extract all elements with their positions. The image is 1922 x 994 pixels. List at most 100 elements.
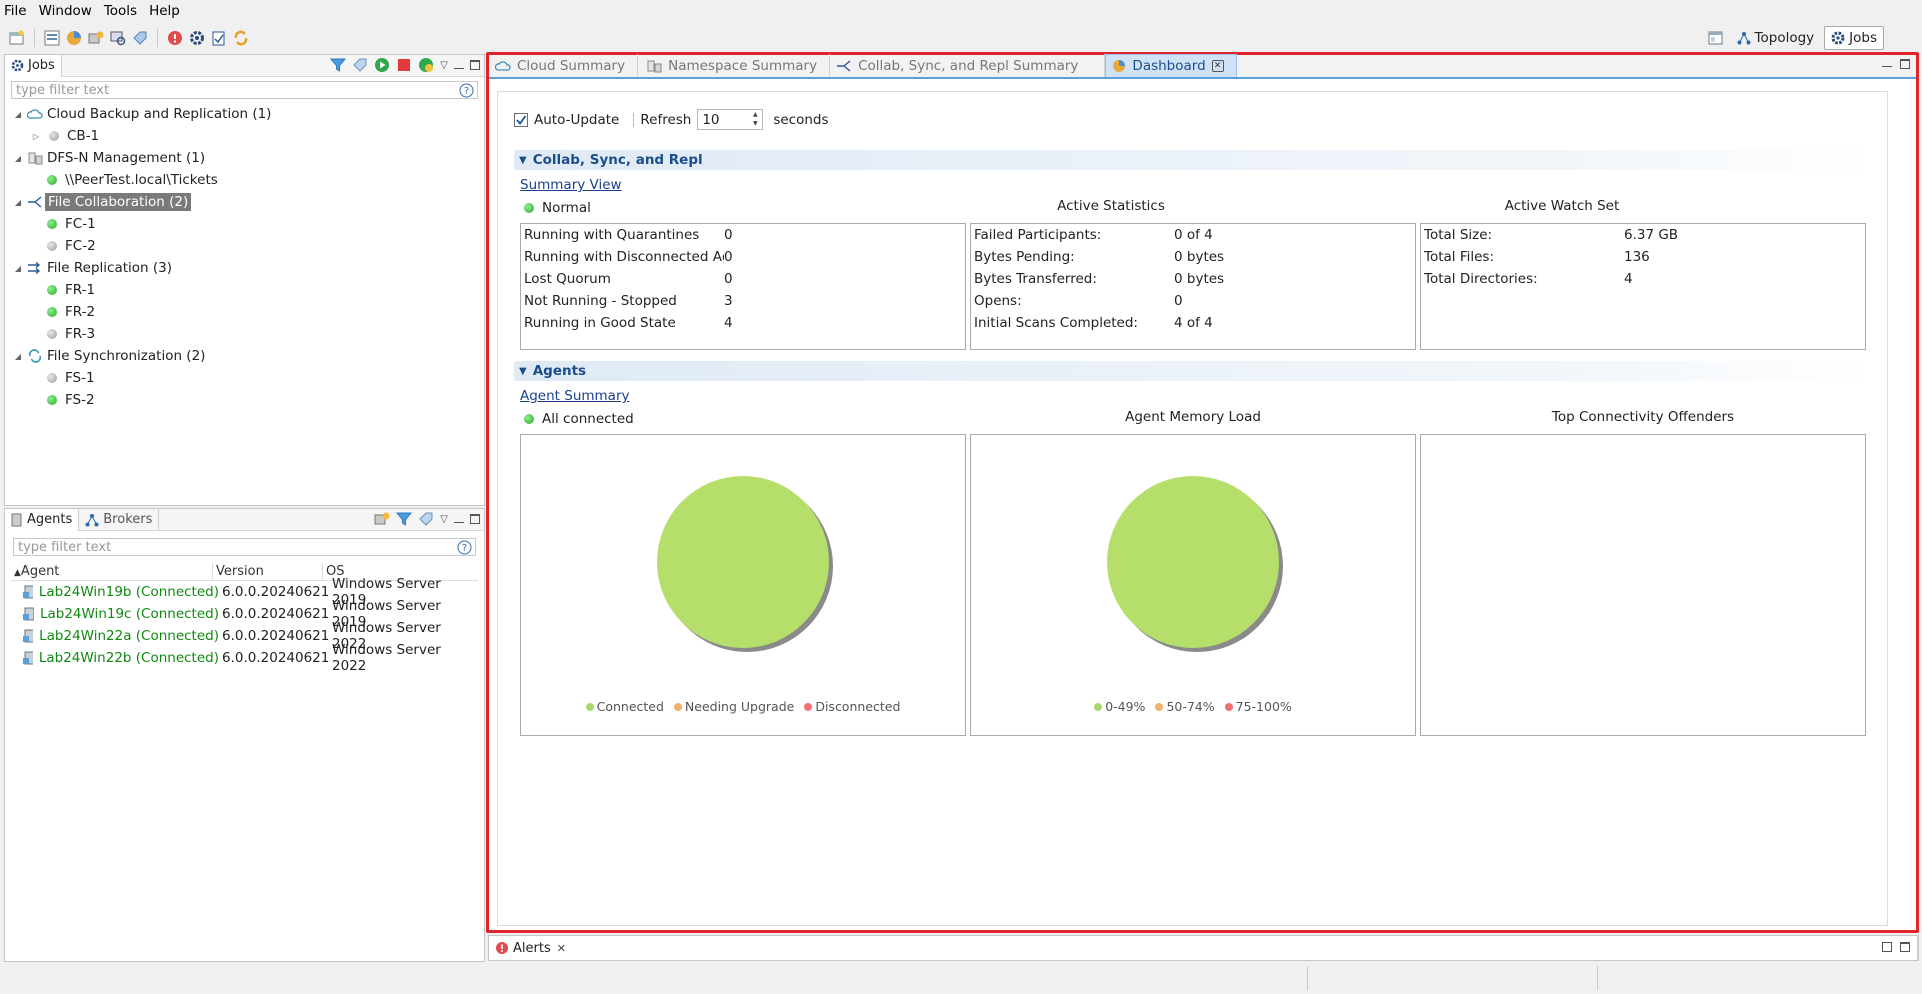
maximize-icon[interactable] [470,60,480,70]
column-version[interactable]: Version [213,562,323,581]
dfsn-icon [28,152,43,165]
close-icon[interactable]: ✕ [1211,60,1224,72]
refresh-interval-spinner[interactable]: 10 ▲ ▼ [697,109,764,130]
spinner-up-icon[interactable]: ▲ [749,111,761,119]
list-view-icon[interactable] [44,30,60,46]
start-icon[interactable] [374,57,390,73]
new-job-icon[interactable] [9,30,25,46]
tree-group-file-synchronization[interactable]: ◢ File Synchronization (2) [13,345,484,367]
view-menu-icon[interactable]: ▽ [440,60,448,71]
menu-bar: File Window Tools Help [0,0,1922,22]
tree-group-cloud-backup[interactable]: ◢ Cloud Backup and Replication (1) [13,103,484,125]
status-green-icon [47,307,57,317]
status-green-icon [47,395,57,405]
active-statistics-box: Failed Participants: 0 of 4 Bytes Pending… [970,223,1416,350]
tree-item-peertest-tickets[interactable]: \\PeerTest.local\Tickets [13,169,484,191]
restart-icon[interactable] [418,57,434,73]
summary-view-link[interactable]: Summary View [520,177,622,193]
help-icon[interactable]: ? [457,540,472,559]
restore-icon[interactable] [1882,942,1892,952]
alert-icon[interactable] [167,30,183,46]
alerts-view: Alerts ✕ [488,935,1919,961]
tree-item-fr-1[interactable]: FR-1 [13,279,484,301]
server-icon [23,607,34,621]
collab-status: Normal [524,200,591,216]
tree-group-file-replication[interactable]: ◢ File Replication (3) [13,257,484,279]
tree-item-fr-2[interactable]: FR-2 [13,301,484,323]
clipboard-check-icon[interactable] [211,30,227,46]
perspective-topology[interactable]: Topology [1731,26,1821,50]
dashboard-content: Auto-Update Refresh 10 ▲ ▼ seconds ▼ Coll… [497,91,1888,926]
table-row[interactable]: Lab24Win22b (Connected) 6.0.0.20240621 W… [11,642,478,674]
maximize-icon[interactable] [470,514,480,524]
section-collab-header[interactable]: ▼ Collab, Sync, and Repl [514,150,1875,170]
collab-states-box: Running with Quarantines 0 Running with D… [520,223,966,350]
tab-alerts[interactable]: Alerts ✕ [489,936,1918,960]
menu-window[interactable]: Window [33,3,98,19]
filter-icon[interactable] [396,511,413,527]
tag-icon[interactable] [352,57,368,73]
editor-area: Cloud Summary Namespace Summary Collab, … [486,52,1919,933]
jobs-view: Jobs ▽ type filter text ? ◢ Cloud Backup… [4,54,485,506]
legend-0-49: 0-49% [1094,699,1145,714]
agent-config-icon[interactable] [374,511,390,527]
close-icon[interactable]: ✕ [557,942,566,955]
tag-icon[interactable] [132,30,148,46]
dashboard-icon[interactable] [66,30,82,46]
menu-file[interactable]: File [0,3,33,19]
tree-item-cb-1[interactable]: ▷ CB-1 [13,125,484,147]
topology-icon [1737,32,1751,45]
section-agents-header[interactable]: ▼ Agents [514,361,1875,381]
menu-help[interactable]: Help [143,3,186,19]
agents-filter-input[interactable]: type filter text ? [13,538,476,556]
collapse-icon: ▼ [519,154,527,166]
spinner-down-icon[interactable]: ▼ [749,120,761,128]
tree-item-fs-1[interactable]: FS-1 [13,367,484,389]
tree-item-fs-2[interactable]: FS-2 [13,389,484,411]
minimize-icon[interactable] [454,515,464,523]
agent-config-icon[interactable] [88,30,104,46]
help-icon[interactable]: ? [459,83,474,102]
stop-icon[interactable] [396,57,412,73]
minimize-icon[interactable] [454,61,464,69]
tree-item-fc-1[interactable]: FC-1 [13,213,484,235]
status-green-icon [524,203,534,213]
tree-item-fc-2[interactable]: FC-2 [13,235,484,257]
connection-legend: Connected Needing Upgrade Disconnected [521,699,965,714]
column-agent[interactable]: ▲Agent [11,562,213,581]
tab-cloud-summary[interactable]: Cloud Summary [489,54,639,77]
agent-summary-link[interactable]: Agent Summary [520,388,630,404]
tag-icon[interactable] [418,511,434,527]
server-icon [23,629,34,643]
open-perspective-icon[interactable] [1708,30,1724,46]
menu-tools[interactable]: Tools [98,3,143,19]
settings-icon[interactable] [189,30,205,46]
maximize-icon[interactable] [1900,59,1910,69]
sync-icon[interactable] [233,30,249,46]
perspective-switcher: Topology Jobs [1705,26,1884,50]
tab-namespace-summary[interactable]: Namespace Summary [638,54,831,77]
tab-dashboard[interactable]: Dashboard ✕ [1105,54,1237,77]
filter-icon[interactable] [330,57,347,73]
tab-agents[interactable]: Agents [5,508,80,531]
auto-update-checkbox[interactable] [514,112,528,127]
tree-item-fr-3[interactable]: FR-3 [13,323,484,345]
status-gray-icon [47,241,57,251]
status-green-icon [524,414,534,424]
tab-brokers[interactable]: Brokers [79,508,160,531]
minimize-icon[interactable] [1882,59,1892,67]
status-green-icon [47,285,57,295]
tree-group-dfsn[interactable]: ◢ DFS-N Management (1) [13,147,484,169]
main-toolbar [0,22,1922,54]
tree-group-file-collaboration[interactable]: ◢ File Collaboration (2) [13,191,484,213]
sync-icon [28,349,42,363]
jobs-filter-input[interactable]: type filter text ? [11,81,478,99]
legend-disconnected: Disconnected [804,699,900,714]
monitor-icon[interactable] [110,30,126,46]
maximize-icon[interactable] [1900,942,1910,952]
perspective-jobs[interactable]: Jobs [1824,26,1884,50]
svg-text:?: ? [464,86,469,97]
tab-collab-sync-repl-summary[interactable]: Collab, Sync, and Repl Summary [830,54,1106,77]
view-menu-icon[interactable]: ▽ [440,514,448,525]
tab-jobs[interactable]: Jobs [5,54,62,77]
